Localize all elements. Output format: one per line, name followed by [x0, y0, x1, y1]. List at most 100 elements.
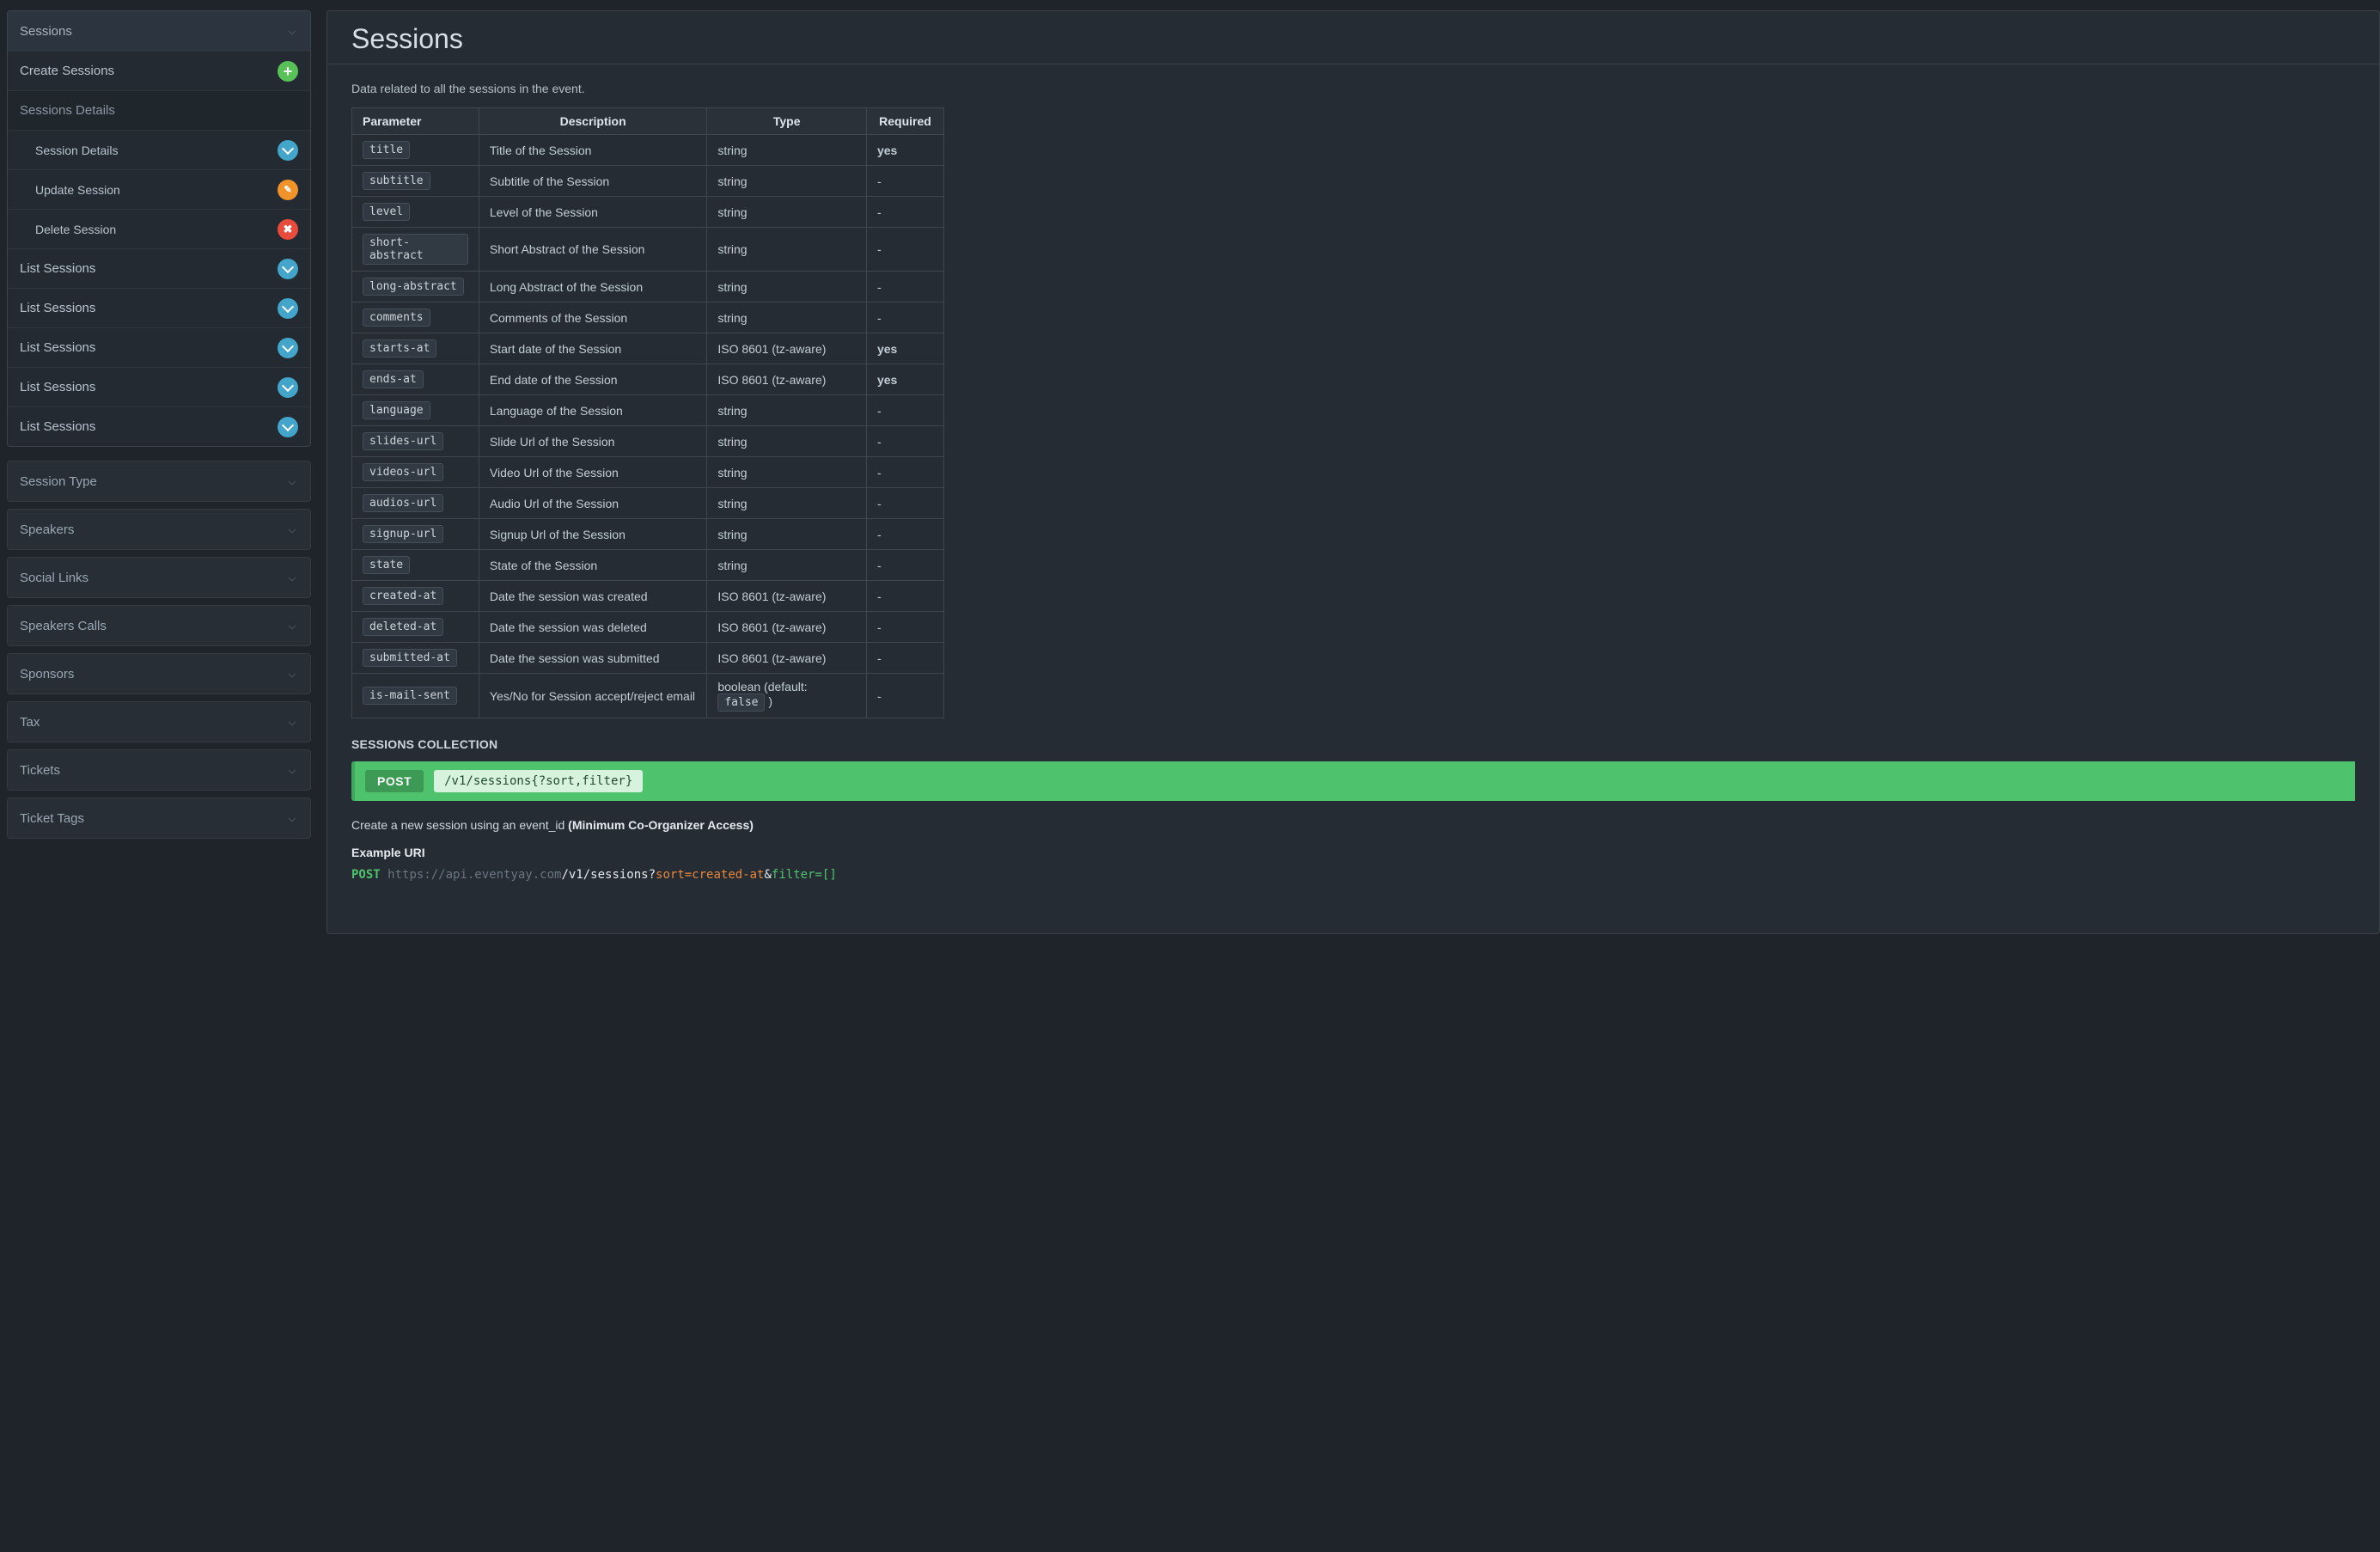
- cell-type: ISO 8601 (tz-aware): [707, 612, 867, 643]
- nav-header-speakers-calls[interactable]: Speakers Calls: [8, 606, 310, 645]
- nav-header-tax[interactable]: Tax: [8, 702, 310, 742]
- cell-parameter: submitted-at: [352, 643, 479, 674]
- param-code: ends-at: [363, 370, 424, 388]
- uri-sort: sort=created-at: [656, 868, 764, 882]
- cell-parameter: ends-at: [352, 364, 479, 395]
- param-code: state: [363, 556, 410, 574]
- nav-group-ticket-tags: Ticket Tags: [7, 797, 311, 839]
- chevron-down-icon: [289, 526, 296, 533]
- table-row: deleted-atDate the session was deletedIS…: [352, 612, 944, 643]
- nav-header-tickets[interactable]: Tickets: [8, 750, 310, 790]
- sidebar-item-label: Sessions Details: [20, 103, 115, 118]
- cell-type: ISO 8601 (tz-aware): [707, 364, 867, 395]
- arrow-down-icon: [278, 259, 298, 279]
- cell-parameter: videos-url: [352, 457, 479, 488]
- endpoint-bar: POST /v1/sessions{?sort,filter}: [351, 761, 2355, 801]
- sidebar-item-label: Create Sessions: [20, 64, 114, 78]
- cell-description: Short Abstract of the Session: [479, 228, 706, 272]
- cell-required: -: [866, 272, 943, 302]
- cell-type: string: [707, 228, 867, 272]
- http-method-badge: POST: [365, 770, 424, 792]
- sidebar-item-session-details[interactable]: Session Details: [8, 130, 310, 169]
- cell-parameter: long-abstract: [352, 272, 479, 302]
- cell-type: string: [707, 426, 867, 457]
- nav-header-session-type[interactable]: Session Type: [8, 461, 310, 501]
- chevron-down-icon: [289, 27, 296, 34]
- param-code: subtitle: [363, 172, 430, 190]
- nav-header-label: Social Links: [20, 571, 88, 585]
- cell-type: ISO 8601 (tz-aware): [707, 581, 867, 612]
- cell-type: string: [707, 550, 867, 581]
- arrow-down-icon: [278, 377, 298, 398]
- sidebar-item-sessions-details[interactable]: Sessions Details: [8, 90, 310, 130]
- main: Sessions Data related to all the session…: [318, 0, 2380, 1552]
- cell-parameter: language: [352, 395, 479, 426]
- uri-path: /v1/sessions?: [561, 868, 656, 882]
- type-text: boolean (default:: [717, 680, 807, 694]
- table-row: slides-urlSlide Url of the Sessionstring…: [352, 426, 944, 457]
- cell-description: Video Url of the Session: [479, 457, 706, 488]
- type-code: false: [717, 694, 765, 712]
- table-row: titleTitle of the Sessionstringyes: [352, 135, 944, 166]
- cell-type: string: [707, 395, 867, 426]
- table-row: commentsComments of the Sessionstring-: [352, 302, 944, 333]
- param-code: signup-url: [363, 525, 443, 543]
- table-row: is-mail-sentYes/No for Session accept/re…: [352, 674, 944, 718]
- endpoint-description-text: Create a new session using an event_id: [351, 818, 568, 832]
- sidebar-item-create-sessions[interactable]: Create Sessions+: [8, 51, 310, 90]
- th-parameter: Parameter: [352, 108, 479, 135]
- endpoint-description-bold: (Minimum Co-Organizer Access): [568, 818, 754, 832]
- table-row: long-abstractLong Abstract of the Sessio…: [352, 272, 944, 302]
- cell-parameter: short-abstract: [352, 228, 479, 272]
- sidebar-item-list-sessions[interactable]: List Sessions: [8, 248, 310, 288]
- cell-required: -: [866, 581, 943, 612]
- sidebar-item-label: List Sessions: [20, 419, 95, 434]
- nav-header-label: Session Type: [20, 474, 97, 489]
- chevron-down-icon: [289, 815, 296, 822]
- endpoint-description: Create a new session using an event_id (…: [351, 818, 2355, 832]
- cell-type: string: [707, 166, 867, 197]
- cell-required: -: [866, 197, 943, 228]
- arrow-down-icon: [278, 417, 298, 437]
- sidebar-item-label: List Sessions: [20, 261, 95, 276]
- cell-parameter: is-mail-sent: [352, 674, 479, 718]
- sidebar-item-list-sessions[interactable]: List Sessions: [8, 288, 310, 327]
- nav-group-tickets: Tickets: [7, 749, 311, 791]
- cell-parameter: subtitle: [352, 166, 479, 197]
- nav-header-social-links[interactable]: Social Links: [8, 558, 310, 597]
- nav-header-ticket-tags[interactable]: Ticket Tags: [8, 798, 310, 838]
- cell-parameter: signup-url: [352, 519, 479, 550]
- param-code: deleted-at: [363, 618, 443, 636]
- nav-header-sponsors[interactable]: Sponsors: [8, 654, 310, 694]
- sidebar: Sessions Create Sessions+ Sessions Detail…: [0, 0, 318, 1552]
- cell-description: End date of the Session: [479, 364, 706, 395]
- nav-header-sessions[interactable]: Sessions: [8, 11, 310, 51]
- th-required: Required: [866, 108, 943, 135]
- table-row: starts-atStart date of the SessionISO 86…: [352, 333, 944, 364]
- chevron-down-icon: [289, 574, 296, 581]
- table-row: subtitleSubtitle of the Sessionstring-: [352, 166, 944, 197]
- sidebar-item-delete-session[interactable]: Delete Session✖: [8, 209, 310, 248]
- cell-type: string: [707, 488, 867, 519]
- chevron-down-icon: [289, 622, 296, 629]
- cell-parameter: created-at: [352, 581, 479, 612]
- page-title: Sessions: [327, 11, 2379, 64]
- cell-required: -: [866, 550, 943, 581]
- cell-description: State of the Session: [479, 550, 706, 581]
- cell-type: string: [707, 135, 867, 166]
- nav-group-social-links: Social Links: [7, 557, 311, 598]
- sidebar-item-list-sessions[interactable]: List Sessions: [8, 406, 310, 446]
- param-code: starts-at: [363, 339, 436, 357]
- param-code: short-abstract: [363, 234, 468, 265]
- sidebar-item-label: Update Session: [35, 183, 120, 197]
- nav-header-label: Tickets: [20, 763, 60, 778]
- cell-required: yes: [866, 333, 943, 364]
- example-uri-label: Example URI: [351, 846, 2355, 859]
- sidebar-item-update-session[interactable]: Update Session✎: [8, 169, 310, 209]
- cell-required: -: [866, 488, 943, 519]
- nav-group-sessions: Sessions Create Sessions+ Sessions Detail…: [7, 10, 311, 447]
- sidebar-item-list-sessions[interactable]: List Sessions: [8, 367, 310, 406]
- table-row: levelLevel of the Sessionstring-: [352, 197, 944, 228]
- sidebar-item-list-sessions[interactable]: List Sessions: [8, 327, 310, 367]
- nav-header-speakers[interactable]: Speakers: [8, 510, 310, 549]
